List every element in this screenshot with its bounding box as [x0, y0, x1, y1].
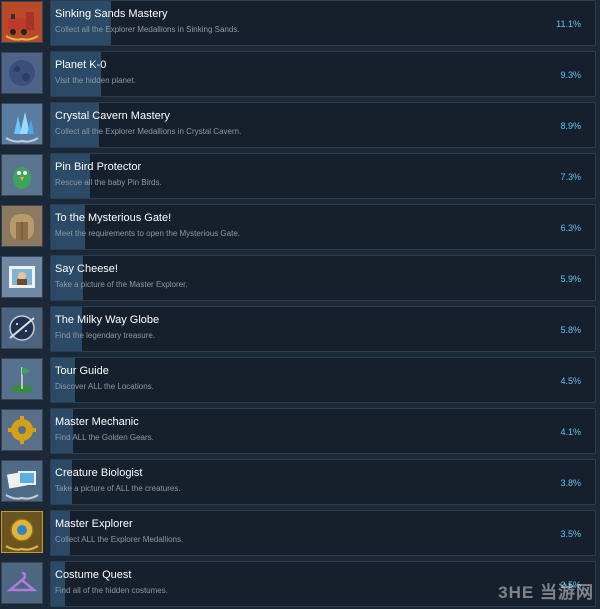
achievement-row[interactable]: Sinking Sands Mastery Collect all the Exp…: [0, 0, 600, 48]
hanger-icon: [1, 562, 43, 604]
unlock-percentage: 5.8%: [560, 325, 581, 335]
train-icon: [1, 1, 43, 43]
watermark: 3HE 当游网: [498, 583, 594, 602]
achievement-panel: The Milky Way Globe Find the legendary tr…: [50, 306, 596, 352]
unlock-percentage: 7.3%: [560, 172, 581, 182]
achievement-panel: Say Cheese! Take a picture of the Master …: [50, 255, 596, 301]
achievement-description: Visit the hidden planet.: [55, 76, 136, 85]
unlock-percentage: 9.3%: [560, 70, 581, 80]
unlock-percentage: 4.1%: [560, 427, 581, 437]
achievement-title: Pin Bird Protector: [55, 161, 142, 173]
unlock-percentage: 3.5%: [560, 529, 581, 539]
achievement-title: Master Explorer: [55, 518, 133, 530]
achievement-panel: Crystal Cavern Mastery Collect all the Ex…: [50, 102, 596, 148]
achievement-row[interactable]: Master Mechanic Find ALL the Golden Gears…: [0, 408, 600, 456]
achievement-title: Crystal Cavern Mastery: [55, 110, 170, 122]
achievement-panel: To the Mysterious Gate! Meet the requirem…: [50, 204, 596, 250]
achievement-description: Collect all the Explorer Medallions in C…: [55, 127, 242, 136]
camera-photo-icon: [1, 256, 43, 298]
achievement-panel: Pin Bird Protector Rescue all the baby Pi…: [50, 153, 596, 199]
achievement-description: Find all of the hidden costumes.: [55, 586, 168, 595]
achievement-description: Collect all the Explorer Medallions in S…: [55, 25, 240, 34]
achievement-title: The Milky Way Globe: [55, 314, 160, 326]
unlock-percentage: 3.8%: [560, 478, 581, 488]
achievement-row[interactable]: Creature Biologist Take a picture of ALL …: [0, 459, 600, 507]
achievement-description: Rescue all the baby Pin Birds.: [55, 178, 162, 187]
achievement-row[interactable]: To the Mysterious Gate! Meet the requirem…: [0, 204, 600, 252]
achievement-description: Find the legendary treasure.: [55, 331, 156, 340]
gate-icon: [1, 205, 43, 247]
achievement-description: Take a picture of the Master Explorer.: [55, 280, 188, 289]
achievement-panel: Creature Biologist Take a picture of ALL …: [50, 459, 596, 505]
achievement-description: Discover ALL the Locations.: [55, 382, 154, 391]
flag-icon: [1, 358, 43, 400]
crystal-icon: [1, 103, 43, 145]
unlock-percentage: 6.3%: [560, 223, 581, 233]
achievement-title: Tour Guide: [55, 365, 109, 377]
achievement-panel: Tour Guide Discover ALL the Locations. 4.5…: [50, 357, 596, 403]
achievement-description: Find ALL the Golden Gears.: [55, 433, 154, 442]
unlock-percentage: 8.9%: [560, 121, 581, 131]
achievement-panel: Master Mechanic Find ALL the Golden Gears…: [50, 408, 596, 454]
achievement-panel: Sinking Sands Mastery Collect all the Exp…: [50, 0, 596, 46]
gear-icon: [1, 409, 43, 451]
achievement-row[interactable]: The Milky Way Globe Find the legendary tr…: [0, 306, 600, 354]
achievement-description: Collect ALL the Explorer Medallions.: [55, 535, 184, 544]
achievement-title: Sinking Sands Mastery: [55, 8, 168, 20]
unlock-percentage: 4.5%: [560, 376, 581, 386]
achievement-row[interactable]: Crystal Cavern Mastery Collect all the Ex…: [0, 102, 600, 150]
planet-icon: [1, 52, 43, 94]
achievement-row[interactable]: Tour Guide Discover ALL the Locations. 4.5…: [0, 357, 600, 405]
achievement-row[interactable]: Master Explorer Collect ALL the Explorer …: [0, 510, 600, 558]
achievement-row[interactable]: Planet K-0 Visit the hidden planet. 9.3%: [0, 51, 600, 99]
unlock-percentage: 11.1%: [556, 19, 581, 29]
globe-icon: [1, 307, 43, 349]
achievement-title: Master Mechanic: [55, 416, 139, 428]
achievement-panel: Master Explorer Collect ALL the Explorer …: [50, 510, 596, 556]
bird-icon: [1, 154, 43, 196]
unlock-percentage: 5.9%: [560, 274, 581, 284]
achievement-title: Planet K-0: [55, 59, 107, 71]
achievement-title: Say Cheese!: [55, 263, 118, 275]
medallion-icon: [1, 511, 43, 553]
photos-icon: [1, 460, 43, 502]
achievement-description: Meet the requirements to open the Myster…: [55, 229, 240, 238]
achievement-row[interactable]: Say Cheese! Take a picture of the Master …: [0, 255, 600, 303]
achievement-title: Costume Quest: [55, 569, 132, 581]
achievement-row[interactable]: Pin Bird Protector Rescue all the baby Pi…: [0, 153, 600, 201]
achievement-title: To the Mysterious Gate!: [55, 212, 172, 224]
achievement-panel: Planet K-0 Visit the hidden planet. 9.3%: [50, 51, 596, 97]
achievement-title: Creature Biologist: [55, 467, 143, 479]
achievement-description: Take a picture of ALL the creatures.: [55, 484, 181, 493]
